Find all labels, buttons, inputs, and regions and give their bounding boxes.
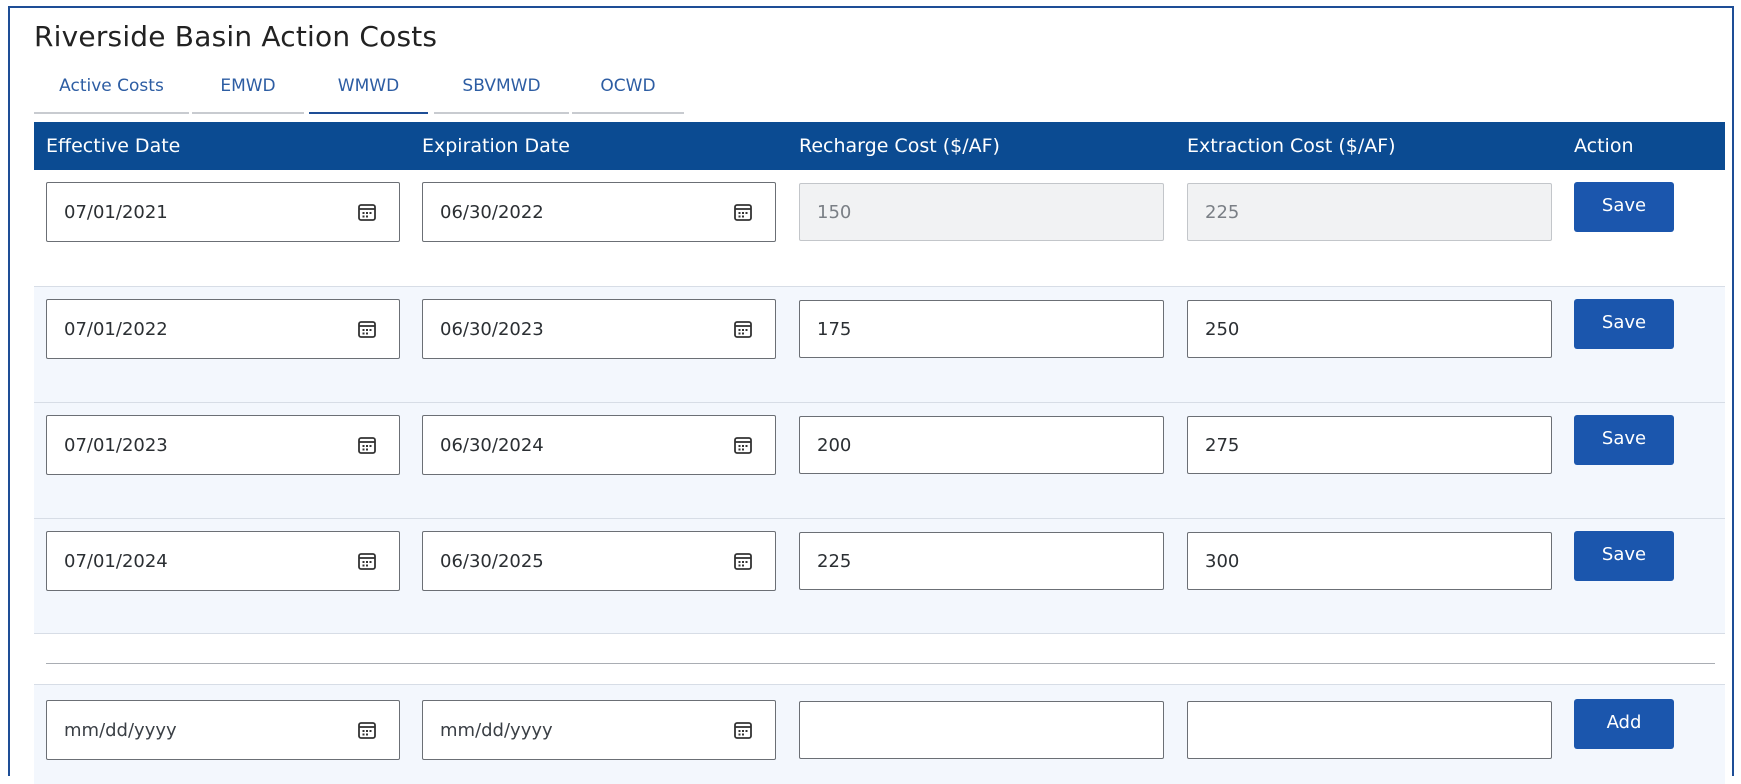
- expiration-date-input[interactable]: 06/30/2025: [422, 531, 776, 591]
- save-button[interactable]: Save: [1574, 531, 1674, 581]
- calendar-icon[interactable]: [357, 551, 377, 571]
- expiration-date-input[interactable]: 06/30/2023: [422, 299, 776, 359]
- expiration-date-value: 06/30/2022: [440, 201, 544, 223]
- effective-date-value: 07/01/2021: [64, 201, 168, 223]
- header-action: Action: [1574, 135, 1634, 157]
- header-extraction-cost: Extraction Cost ($/AF): [1187, 135, 1396, 157]
- calendar-icon[interactable]: [733, 551, 753, 571]
- extraction-cost-input[interactable]: 300: [1187, 532, 1552, 590]
- table-divider-zone: [34, 633, 1725, 683]
- calendar-icon[interactable]: [733, 720, 753, 740]
- new-expiration-date-placeholder: mm/dd/yyyy: [440, 719, 553, 741]
- save-button[interactable]: Save: [1574, 415, 1674, 465]
- calendar-icon[interactable]: [733, 202, 753, 222]
- calendar-icon[interactable]: [733, 319, 753, 339]
- table-row: 07/01/2022 06/30/2023 175 250 Save: [34, 286, 1725, 402]
- effective-date-value: 07/01/2022: [64, 318, 168, 340]
- header-recharge-cost: Recharge Cost ($/AF): [799, 135, 1000, 157]
- tab-ocwd[interactable]: OCWD: [572, 70, 684, 114]
- recharge-cost-input[interactable]: 200: [799, 416, 1164, 474]
- new-expiration-date-input[interactable]: mm/dd/yyyy: [422, 700, 776, 760]
- expiration-date-value: 06/30/2025: [440, 550, 544, 572]
- new-effective-date-input[interactable]: mm/dd/yyyy: [46, 700, 400, 760]
- calendar-icon[interactable]: [733, 435, 753, 455]
- table-row: 07/01/2024 06/30/2025 225 300 Save: [34, 518, 1725, 634]
- expiration-date-value: 06/30/2023: [440, 318, 544, 340]
- save-button[interactable]: Save: [1574, 299, 1674, 349]
- tab-active-costs[interactable]: Active Costs: [34, 70, 189, 114]
- effective-date-input[interactable]: 07/01/2021: [46, 182, 400, 242]
- table-row: 07/01/2023 06/30/2024 200 275 Save: [34, 402, 1725, 518]
- add-button[interactable]: Add: [1574, 699, 1674, 749]
- app-frame: Riverside Basin Action Costs Active Cost…: [8, 6, 1734, 784]
- expiration-date-input[interactable]: 06/30/2022: [422, 182, 776, 242]
- header-effective-date: Effective Date: [46, 135, 181, 157]
- calendar-icon[interactable]: [357, 319, 377, 339]
- recharge-cost-input: 150: [799, 183, 1164, 241]
- header-expiration-date: Expiration Date: [422, 135, 570, 157]
- save-button[interactable]: Save: [1574, 182, 1674, 232]
- effective-date-input[interactable]: 07/01/2023: [46, 415, 400, 475]
- tab-sbvmwd[interactable]: SBVMWD: [434, 70, 569, 114]
- tab-emwd[interactable]: EMWD: [192, 70, 304, 114]
- new-extraction-cost-input[interactable]: [1187, 701, 1552, 759]
- divider: [46, 663, 1715, 664]
- tab-wmwd[interactable]: WMWD: [309, 70, 428, 114]
- effective-date-input[interactable]: 07/01/2024: [46, 531, 400, 591]
- effective-date-value: 07/01/2023: [64, 434, 168, 456]
- calendar-icon[interactable]: [357, 202, 377, 222]
- effective-date-input[interactable]: 07/01/2022: [46, 299, 400, 359]
- effective-date-value: 07/01/2024: [64, 550, 168, 572]
- new-recharge-cost-input[interactable]: [799, 701, 1164, 759]
- table-header: Effective Date Expiration Date Recharge …: [34, 122, 1725, 170]
- extraction-cost-input[interactable]: 250: [1187, 300, 1552, 358]
- extraction-cost-input[interactable]: 275: [1187, 416, 1552, 474]
- expiration-date-value: 06/30/2024: [440, 434, 544, 456]
- calendar-icon[interactable]: [357, 720, 377, 740]
- page-title: Riverside Basin Action Costs: [34, 20, 438, 53]
- table-row: 07/01/2021 06/30/2022 150 225 Save: [34, 170, 1725, 286]
- new-effective-date-placeholder: mm/dd/yyyy: [64, 719, 177, 741]
- new-entry-row: mm/dd/yyyy mm/dd/yyyy Add: [34, 684, 1725, 784]
- expiration-date-input[interactable]: 06/30/2024: [422, 415, 776, 475]
- calendar-icon[interactable]: [357, 435, 377, 455]
- recharge-cost-input[interactable]: 175: [799, 300, 1164, 358]
- recharge-cost-input[interactable]: 225: [799, 532, 1164, 590]
- extraction-cost-input: 225: [1187, 183, 1552, 241]
